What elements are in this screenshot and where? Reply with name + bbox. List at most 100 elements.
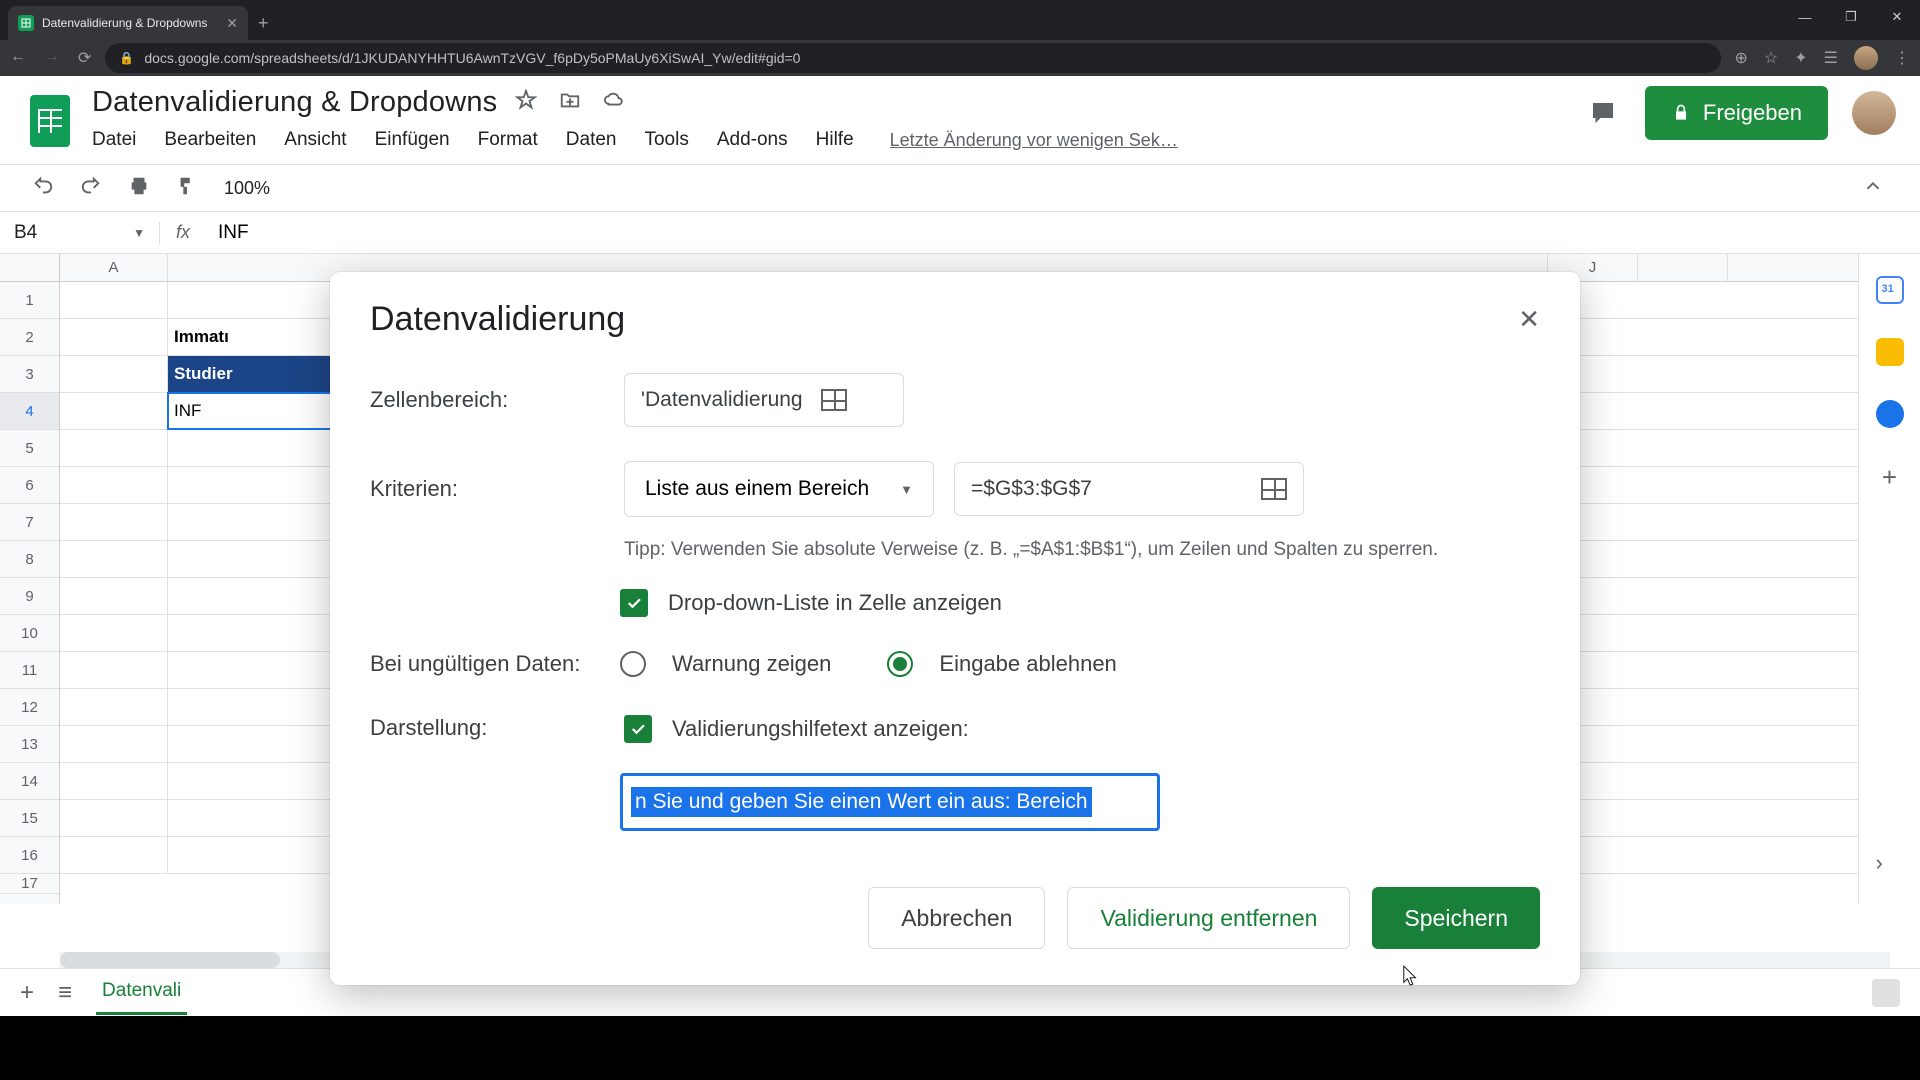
add-sidepanel-icon[interactable]: + — [1876, 462, 1904, 490]
row-header[interactable]: 10 — [0, 615, 59, 652]
row-header[interactable]: 4 — [0, 393, 59, 430]
row-header[interactable]: 5 — [0, 430, 59, 467]
back-button[interactable]: ← — [10, 48, 26, 68]
criteria-range-input[interactable]: =$G$3:$G$7 — [954, 462, 1304, 516]
cell[interactable] — [168, 541, 346, 577]
show-help-text-checkbox[interactable] — [624, 715, 652, 743]
row-header[interactable]: 12 — [0, 689, 59, 726]
comments-icon[interactable] — [1585, 95, 1621, 131]
reading-list-icon[interactable]: ☰ — [1824, 48, 1838, 68]
remove-validation-button[interactable]: Validierung entfernen — [1067, 887, 1350, 949]
share-button[interactable]: Freigeben — [1645, 86, 1828, 140]
print-icon[interactable] — [128, 175, 150, 202]
hide-sidepanel-icon[interactable]: › — [1876, 850, 1904, 878]
cell[interactable]: Studier — [168, 356, 346, 392]
select-range-icon[interactable] — [821, 389, 847, 411]
close-dialog-button[interactable]: ✕ — [1518, 304, 1540, 335]
browser-tab[interactable]: Datenvalidierung & Dropdowns ✕ — [8, 6, 248, 40]
redo-icon[interactable] — [80, 175, 102, 202]
menu-addons[interactable]: Add-ons — [717, 129, 788, 151]
new-tab-button[interactable]: + — [258, 13, 269, 34]
row-header[interactable]: 2 — [0, 319, 59, 356]
row-header[interactable]: 11 — [0, 652, 59, 689]
criteria-type-select[interactable]: Liste aus einem Bereich ▼ — [624, 461, 934, 517]
star-icon[interactable]: ☆ — [1764, 48, 1778, 68]
cell[interactable] — [168, 282, 346, 318]
account-avatar[interactable] — [1852, 91, 1896, 135]
menu-format[interactable]: Format — [478, 129, 538, 151]
menu-tools[interactable]: Tools — [644, 129, 688, 151]
menu-file[interactable]: Datei — [92, 129, 136, 151]
reload-button[interactable]: ⟳ — [78, 48, 91, 68]
menu-view[interactable]: Ansicht — [284, 129, 346, 151]
select-range-icon[interactable] — [1261, 478, 1287, 500]
row-header[interactable]: 9 — [0, 578, 59, 615]
cell[interactable] — [168, 504, 346, 540]
calendar-sidepanel-icon[interactable] — [1876, 276, 1904, 304]
row-header[interactable]: 6 — [0, 467, 59, 504]
cell[interactable] — [168, 578, 346, 614]
help-text-input[interactable]: n Sie und geben Sie einen Wert ein aus: … — [620, 773, 1160, 831]
sheets-logo[interactable] — [24, 86, 76, 156]
explore-button[interactable] — [1872, 979, 1900, 1007]
cell[interactable] — [168, 837, 346, 873]
cell[interactable] — [168, 763, 346, 799]
extensions-icon[interactable]: ✦ — [1794, 48, 1807, 68]
row-header[interactable]: 13 — [0, 726, 59, 763]
reject-radio[interactable] — [887, 651, 913, 677]
collapse-toolbar-icon[interactable] — [1862, 175, 1884, 202]
row-header[interactable]: 8 — [0, 541, 59, 578]
row-header[interactable]: 14 — [0, 763, 59, 800]
document-title[interactable]: Datenvalidierung & Dropdowns — [92, 86, 497, 119]
address-bar[interactable]: 🔒 docs.google.com/spreadsheets/d/1JKUDAN… — [105, 43, 1720, 73]
menu-edit[interactable]: Bearbeiten — [164, 129, 256, 151]
menu-insert[interactable]: Einfügen — [375, 129, 450, 151]
column-header[interactable]: A — [60, 254, 168, 281]
keep-sidepanel-icon[interactable] — [1876, 338, 1904, 366]
name-box[interactable]: B4 ▼ — [0, 222, 160, 244]
row-header[interactable]: 16 — [0, 837, 59, 874]
row-header[interactable]: 17 — [0, 874, 59, 894]
paint-format-icon[interactable] — [176, 175, 198, 202]
undo-icon[interactable] — [32, 175, 54, 202]
menu-data[interactable]: Daten — [566, 129, 617, 151]
all-sheets-button[interactable]: ≡ — [58, 979, 72, 1007]
last-edit-link[interactable]: Letzte Änderung vor wenigen Sek… — [890, 130, 1178, 151]
save-button[interactable]: Speichern — [1372, 887, 1540, 949]
selected-cell[interactable]: INF — [168, 393, 346, 429]
cell[interactable] — [168, 689, 346, 725]
cell[interactable]: Immatı — [168, 319, 346, 355]
cell[interactable] — [168, 615, 346, 651]
column-header[interactable] — [1638, 254, 1728, 281]
tasks-sidepanel-icon[interactable] — [1876, 400, 1904, 428]
move-doc-icon[interactable] — [559, 89, 581, 116]
cell[interactable] — [168, 467, 346, 503]
row-header[interactable]: 15 — [0, 800, 59, 837]
sheet-tab[interactable]: Datenvali — [96, 970, 187, 1015]
cell-range-input[interactable]: 'Datenvalidierung — [624, 373, 904, 427]
maximize-button[interactable]: ❐ — [1828, 0, 1874, 34]
cell[interactable] — [168, 430, 346, 466]
close-window-button[interactable]: ✕ — [1874, 0, 1920, 34]
menu-help[interactable]: Hilfe — [816, 129, 854, 151]
cancel-button[interactable]: Abbrechen — [868, 887, 1045, 949]
row-header[interactable]: 7 — [0, 504, 59, 541]
star-doc-icon[interactable] — [515, 89, 537, 116]
close-tab-icon[interactable]: ✕ — [226, 15, 238, 32]
cell[interactable] — [168, 800, 346, 836]
select-all-corner[interactable] — [0, 254, 59, 282]
row-header[interactable]: 3 — [0, 356, 59, 393]
minimize-button[interactable]: — — [1782, 0, 1828, 34]
cell[interactable] — [168, 652, 346, 688]
add-sheet-button[interactable]: + — [20, 979, 34, 1007]
forward-button[interactable]: → — [44, 48, 60, 68]
zoom-icon[interactable]: ⊕ — [1735, 48, 1748, 68]
row-header[interactable]: 1 — [0, 282, 59, 319]
chrome-menu-icon[interactable]: ⋮ — [1894, 48, 1910, 68]
cell[interactable] — [168, 726, 346, 762]
formula-bar[interactable]: INF — [206, 222, 249, 244]
cloud-status-icon[interactable] — [603, 89, 625, 116]
show-dropdown-checkbox[interactable] — [620, 589, 648, 617]
zoom-level[interactable]: 100% — [224, 178, 270, 199]
profile-avatar-icon[interactable] — [1854, 46, 1878, 70]
